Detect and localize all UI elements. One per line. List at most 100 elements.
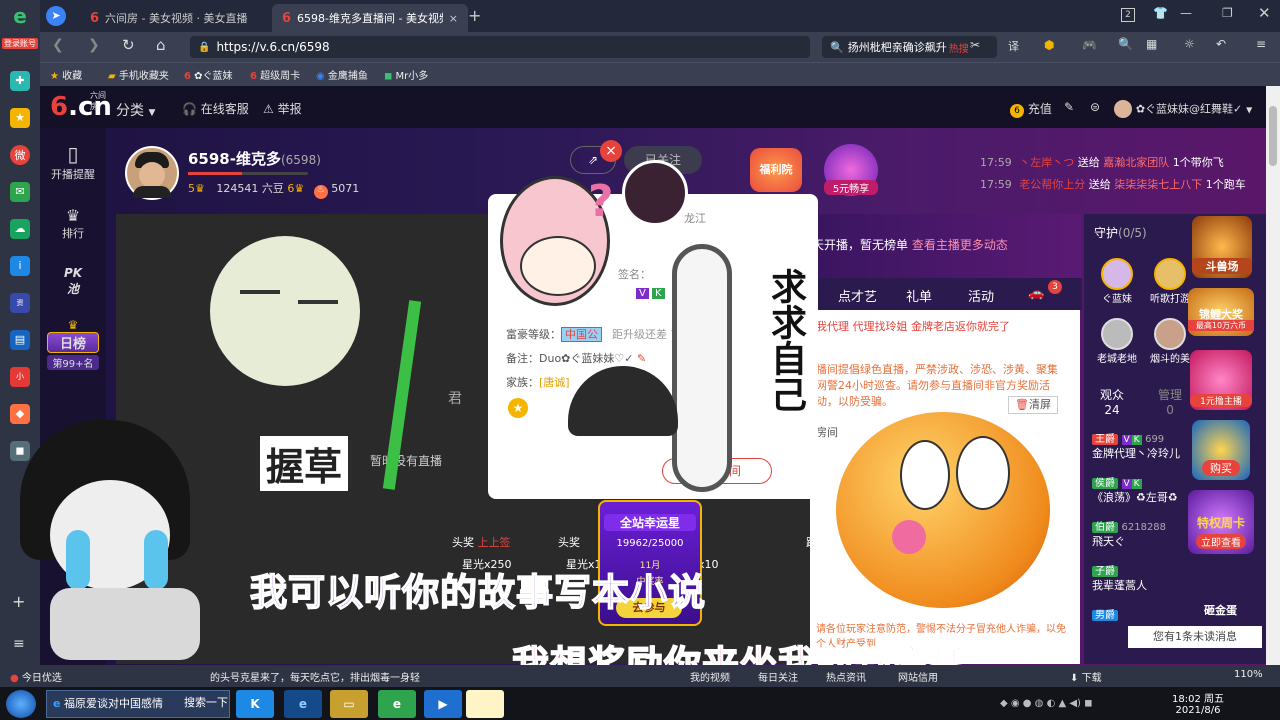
more-dynamics-link[interactable]: 查看主播更多动态 [912, 238, 1008, 252]
audience-row[interactable]: 侯爵 V K 《浪荡》♻左哥♻ [1092, 474, 1178, 505]
close-window-button[interactable]: ✕ [1258, 4, 1271, 22]
guard-user[interactable]: ぐ蓝妹 [1094, 258, 1140, 305]
recharge-link[interactable]: 6 充值 [1010, 100, 1052, 118]
tab-gift-list[interactable]: 礼单 [906, 286, 932, 305]
popup-avatar[interactable] [622, 160, 688, 226]
close-tab-icon[interactable]: × [449, 12, 458, 25]
message-icon[interactable]: ⊜ [1090, 100, 1100, 114]
tab-talent[interactable]: 点才艺 [838, 286, 877, 305]
back-button[interactable]: ❮ [52, 37, 64, 53]
zoom-level[interactable]: 110% [1234, 669, 1263, 680]
tray-icons[interactable]: ◆ ◉ ● ◍ ◐ ▲ ◀) ◼ [1000, 698, 1092, 709]
sidebar-ip-app[interactable]: i [0, 247, 40, 284]
bookmark-mrxiaoduo[interactable]: ◼ Mr小多 [384, 67, 428, 82]
nav-live-remind[interactable]: ▯ 开播提醒 [40, 142, 106, 182]
sidebar-news-app[interactable]: 资 [0, 284, 40, 321]
daily-rank-badge[interactable]: ♛ 日榜 第99+名 [40, 318, 106, 372]
bookmark-lanmei[interactable]: 6 ✿ぐ蓝妹 [184, 67, 233, 82]
sidebar-plus-app[interactable]: ✚ [0, 62, 40, 99]
anchor-avatar[interactable] [125, 146, 179, 200]
online-service-link[interactable]: 🎧 在线客服 [182, 100, 249, 117]
scrollbar-thumb[interactable] [1269, 106, 1277, 166]
login-badge[interactable]: 登录账号 [2, 38, 38, 49]
my-video-link[interactable]: 我的视频 [690, 669, 730, 684]
tab-room[interactable]: 6 6598-维克多直播间 - 美女视频 × [272, 4, 468, 32]
sidebar-cloud-app[interactable]: ☁ [0, 210, 40, 247]
new-tab-button[interactable]: + [468, 6, 481, 25]
minimize-button[interactable]: — [1180, 6, 1192, 20]
taskbar-active-app[interactable] [466, 690, 504, 718]
home-button[interactable]: ⌂ [156, 36, 166, 54]
smash-egg-button[interactable]: 砸金蛋 [1204, 602, 1237, 618]
menu-icon[interactable]: ≡ [1256, 37, 1266, 51]
brightness-icon[interactable]: ☼ [1184, 37, 1195, 51]
taskbar-clock[interactable]: 18:02 周五 2021/8/6 [1172, 690, 1224, 716]
audience-row[interactable]: 王爵 VK 699 金牌代理丶冷玲儿 [1092, 430, 1180, 461]
close-popup-button[interactable]: × [600, 140, 622, 162]
sidebar-weibo-app[interactable]: 微 [0, 136, 40, 173]
report-link[interactable]: ⚠ 举报 [263, 100, 302, 117]
audience-count[interactable]: 观众 24 [1100, 386, 1124, 417]
download-link[interactable]: ⬇ 下载 [1070, 669, 1102, 684]
reload-button[interactable]: ↻ [122, 36, 135, 54]
translate-icon[interactable]: 译 [1008, 38, 1019, 54]
nav-pk[interactable]: PK池 [40, 266, 106, 297]
shield-icon[interactable]: ⬢ [1044, 38, 1054, 52]
koi-prize-button[interactable]: 锦鲤大奖 最高10万六币 [1188, 288, 1254, 336]
beast-arena-button[interactable]: 斗兽场 [1192, 216, 1252, 278]
bookmark-weekcard[interactable]: 6 超级周卡 [250, 67, 300, 82]
restore-button[interactable]: ❐ [1222, 6, 1233, 20]
buy-button[interactable]: 购买 [1192, 420, 1250, 480]
send-icon[interactable]: ➤ [46, 6, 66, 26]
taskbar-search-button[interactable]: 搜索一下 [184, 694, 228, 710]
bookmark-favorites[interactable]: ★ 收藏 [50, 67, 82, 82]
daily-pick-link[interactable]: ● 今日优选 [10, 669, 62, 684]
sidebar-shop-app[interactable]: 小 [0, 358, 40, 395]
site-logo[interactable]: 6.cn 六间房 [50, 91, 112, 122]
sidebar-doc-app[interactable]: ▤ [0, 321, 40, 358]
tab-activity[interactable]: 活动 [968, 286, 994, 305]
scissors-icon[interactable]: ✂ [970, 38, 980, 52]
bookmark-fishing[interactable]: ◉ 金鹰捕鱼 [316, 67, 368, 82]
category-menu[interactable]: 分类 ▼ [116, 100, 155, 120]
unread-message-toast[interactable]: 您有1条未读消息 [1128, 626, 1262, 648]
audience-row[interactable]: 子爵 我辈蓬蒿人 [1092, 562, 1147, 593]
hot-news-link[interactable]: 热点资讯 [826, 669, 866, 684]
car-icon[interactable]: 🚗 [1028, 286, 1044, 301]
bookmark-mobile[interactable]: ▰ 手机收藏夹 [108, 67, 169, 82]
nav-rank[interactable]: ♛ 排行 [40, 206, 106, 241]
taskbar-ie-app[interactable]: e [284, 690, 322, 718]
forward-button[interactable]: ❯ [88, 37, 100, 53]
one-yuan-button[interactable]: 1元撸主播 [1190, 350, 1252, 410]
five-yuan-button[interactable]: 5元畅享 [824, 144, 878, 196]
undo-icon[interactable]: ↶ [1216, 37, 1226, 51]
clear-screen-button[interactable]: 🗑清屏 [1008, 396, 1058, 414]
edit-icon[interactable]: ✎ [1064, 100, 1074, 114]
site-credit-link[interactable]: 网站信用 [898, 669, 938, 684]
gamepad-icon[interactable]: 🎮 [1082, 38, 1097, 52]
sidebar-mail-app[interactable]: ✉ [0, 173, 40, 210]
find-icon[interactable]: 🔍 [1118, 37, 1133, 51]
welfare-button[interactable]: 福利院 [750, 148, 802, 192]
start-button[interactable] [6, 690, 36, 718]
taskbar-explorer-app[interactable]: ▭ [330, 690, 368, 718]
grid-icon[interactable]: ▦ [1146, 37, 1157, 51]
daily-follow-link[interactable]: 每日关注 [758, 669, 798, 684]
taskbar-browser-app[interactable]: e [378, 690, 416, 718]
guard-user[interactable]: 老城老地 [1094, 318, 1140, 365]
taskbar-player-app[interactable]: ▶ [424, 690, 462, 718]
edit-icon[interactable]: ✎ [637, 352, 646, 365]
weekly-card-button[interactable]: 特权周卡 立即查看 [1188, 490, 1254, 554]
user-menu[interactable]: ✿ぐ蓝妹妹@红舞鞋✓ ▼ [1114, 100, 1252, 118]
news-ticker[interactable]: 的头号克星来了，每天吃点它，排出烟毒一身轻 [210, 669, 420, 684]
shirt-icon[interactable]: 👕 [1153, 6, 1168, 20]
browser-logo[interactable]: e [0, 0, 40, 32]
tab-count-badge[interactable]: 2 [1121, 8, 1135, 22]
tab-home[interactable]: 6 六间房 - 美女视频 · 美女直播 [80, 4, 268, 32]
audience-row[interactable]: 男爵 [1092, 606, 1118, 621]
audience-row[interactable]: 伯爵 6218288 飛天ぐ [1092, 518, 1166, 549]
url-input[interactable]: 🔒 https://v.6.cn/6598 [190, 36, 810, 58]
sidebar-star-app[interactable]: ★ [0, 99, 40, 136]
taskbar-k-app[interactable]: K [236, 690, 274, 718]
admin-count[interactable]: 管理 0 [1158, 386, 1182, 417]
